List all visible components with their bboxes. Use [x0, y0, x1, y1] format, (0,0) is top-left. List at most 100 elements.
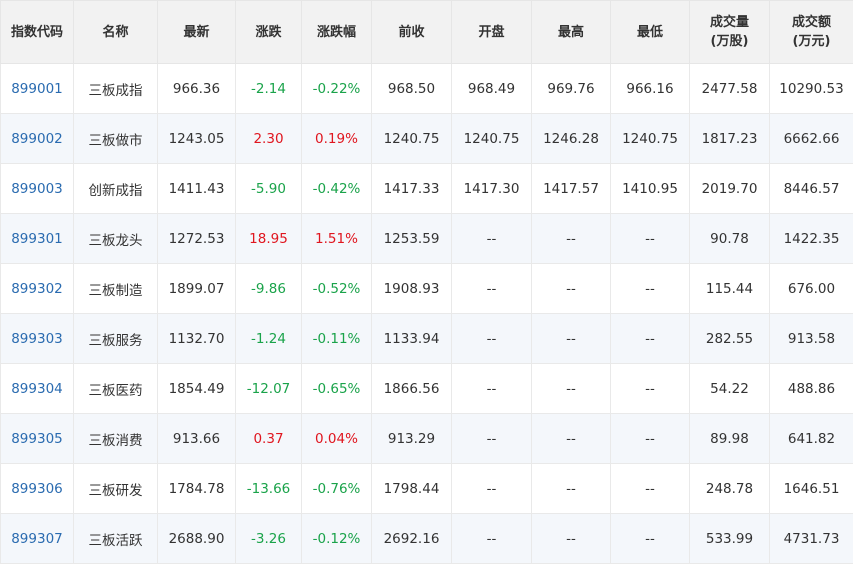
cell-code[interactable]: 899003: [1, 164, 74, 214]
header-last[interactable]: 最新: [158, 1, 236, 64]
cell-open: 968.49: [452, 64, 532, 114]
cell-low: 1410.95: [611, 164, 690, 214]
cell-amount: 8446.57: [770, 164, 853, 214]
cell-code[interactable]: 899303: [1, 314, 74, 364]
cell-code[interactable]: 899302: [1, 264, 74, 314]
cell-code[interactable]: 899001: [1, 64, 74, 114]
cell-prev-close: 1253.59: [372, 214, 452, 264]
cell-low: --: [611, 514, 690, 564]
table-row[interactable]: 899305三板消费913.660.370.04%913.29------89.…: [1, 414, 853, 464]
cell-change-pct: 0.04%: [302, 414, 372, 464]
cell-high: --: [532, 314, 611, 364]
cell-open: --: [452, 464, 532, 514]
cell-name[interactable]: 创新成指: [74, 164, 158, 214]
cell-open: --: [452, 214, 532, 264]
cell-amount: 488.86: [770, 364, 853, 414]
cell-name[interactable]: 三板活跃: [74, 514, 158, 564]
cell-last: 1899.07: [158, 264, 236, 314]
cell-name[interactable]: 三板研发: [74, 464, 158, 514]
cell-high: 1417.57: [532, 164, 611, 214]
cell-open: --: [452, 414, 532, 464]
cell-name[interactable]: 三板做市: [74, 114, 158, 164]
cell-volume: 2477.58: [690, 64, 770, 114]
cell-volume: 90.78: [690, 214, 770, 264]
cell-high: --: [532, 414, 611, 464]
header-high[interactable]: 最高: [532, 1, 611, 64]
cell-name[interactable]: 三板制造: [74, 264, 158, 314]
cell-name[interactable]: 三板服务: [74, 314, 158, 364]
cell-high: 969.76: [532, 64, 611, 114]
header-amount[interactable]: 成交额 (万元): [770, 1, 853, 64]
cell-code[interactable]: 899305: [1, 414, 74, 464]
cell-volume: 89.98: [690, 414, 770, 464]
header-open[interactable]: 开盘: [452, 1, 532, 64]
cell-low: 1240.75: [611, 114, 690, 164]
header-change[interactable]: 涨跌: [236, 1, 302, 64]
cell-code[interactable]: 899002: [1, 114, 74, 164]
cell-change: -1.24: [236, 314, 302, 364]
cell-high: --: [532, 214, 611, 264]
header-prev-close[interactable]: 前收: [372, 1, 452, 64]
table-row[interactable]: 899301三板龙头1272.5318.951.51%1253.59------…: [1, 214, 853, 264]
cell-change-pct: -0.12%: [302, 514, 372, 564]
cell-change: -3.26: [236, 514, 302, 564]
cell-low: --: [611, 464, 690, 514]
cell-prev-close: 1240.75: [372, 114, 452, 164]
cell-change: -5.90: [236, 164, 302, 214]
cell-volume: 115.44: [690, 264, 770, 314]
cell-name[interactable]: 三板医药: [74, 364, 158, 414]
cell-name[interactable]: 三板龙头: [74, 214, 158, 264]
header-name[interactable]: 名称: [74, 1, 158, 64]
header-row: 指数代码 名称 最新 涨跌 涨跌幅 前收 开盘 最高 最低 成交量 (万股) 成…: [1, 1, 853, 64]
cell-volume: 533.99: [690, 514, 770, 564]
header-code[interactable]: 指数代码: [1, 1, 74, 64]
table-row[interactable]: 899306三板研发1784.78-13.66-0.76%1798.44----…: [1, 464, 853, 514]
cell-prev-close: 2692.16: [372, 514, 452, 564]
cell-change: -2.14: [236, 64, 302, 114]
cell-open: --: [452, 364, 532, 414]
cell-low: --: [611, 214, 690, 264]
table-row[interactable]: 899002三板做市1243.052.300.19%1240.751240.75…: [1, 114, 853, 164]
cell-amount: 641.82: [770, 414, 853, 464]
header-volume[interactable]: 成交量 (万股): [690, 1, 770, 64]
cell-prev-close: 1133.94: [372, 314, 452, 364]
cell-code[interactable]: 899301: [1, 214, 74, 264]
cell-code[interactable]: 899304: [1, 364, 74, 414]
cell-change: -13.66: [236, 464, 302, 514]
cell-amount: 6662.66: [770, 114, 853, 164]
cell-high: --: [532, 364, 611, 414]
cell-volume: 248.78: [690, 464, 770, 514]
cell-change-pct: -0.52%: [302, 264, 372, 314]
table-row[interactable]: 899307三板活跃2688.90-3.26-0.12%2692.16-----…: [1, 514, 853, 564]
cell-change-pct: -0.11%: [302, 314, 372, 364]
cell-low: --: [611, 314, 690, 364]
cell-volume: 1817.23: [690, 114, 770, 164]
cell-high: --: [532, 514, 611, 564]
cell-code[interactable]: 899307: [1, 514, 74, 564]
cell-name[interactable]: 三板成指: [74, 64, 158, 114]
cell-change: -9.86: [236, 264, 302, 314]
cell-last: 1854.49: [158, 364, 236, 414]
cell-volume: 2019.70: [690, 164, 770, 214]
header-change-pct[interactable]: 涨跌幅: [302, 1, 372, 64]
cell-last: 1132.70: [158, 314, 236, 364]
table-row[interactable]: 899001三板成指966.36-2.14-0.22%968.50968.499…: [1, 64, 853, 114]
cell-change-pct: -0.76%: [302, 464, 372, 514]
cell-change: 0.37: [236, 414, 302, 464]
cell-change-pct: -0.42%: [302, 164, 372, 214]
cell-last: 966.36: [158, 64, 236, 114]
cell-name[interactable]: 三板消费: [74, 414, 158, 464]
cell-high: 1246.28: [532, 114, 611, 164]
cell-amount: 1646.51: [770, 464, 853, 514]
cell-high: --: [532, 464, 611, 514]
table-row[interactable]: 899304三板医药1854.49-12.07-0.65%1866.56----…: [1, 364, 853, 414]
table-row[interactable]: 899303三板服务1132.70-1.24-0.11%1133.94-----…: [1, 314, 853, 364]
cell-change-pct: 0.19%: [302, 114, 372, 164]
cell-code[interactable]: 899306: [1, 464, 74, 514]
cell-low: 966.16: [611, 64, 690, 114]
cell-prev-close: 968.50: [372, 64, 452, 114]
header-low[interactable]: 最低: [611, 1, 690, 64]
table-row[interactable]: 899003创新成指1411.43-5.90-0.42%1417.331417.…: [1, 164, 853, 214]
table-row[interactable]: 899302三板制造1899.07-9.86-0.52%1908.93-----…: [1, 264, 853, 314]
index-quotes-table: 指数代码 名称 最新 涨跌 涨跌幅 前收 开盘 最高 最低 成交量 (万股) 成…: [0, 0, 853, 564]
